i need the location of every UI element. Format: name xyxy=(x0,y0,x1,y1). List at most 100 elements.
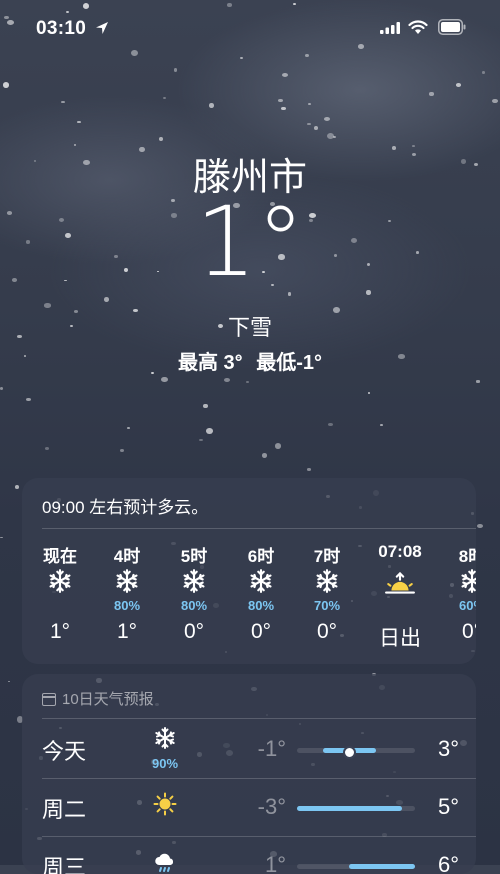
snowflake-particle xyxy=(476,523,483,528)
snowflake-particle xyxy=(367,392,371,395)
snowflake-particle xyxy=(281,73,289,78)
snowflake-icon: 90% xyxy=(140,726,190,771)
snowflake-particle xyxy=(61,101,65,104)
snowflake-particle xyxy=(455,83,462,87)
hourly-temp: 0° xyxy=(183,620,205,643)
forecast-summary: 09:00 左右预计多云。 xyxy=(42,498,209,517)
snowflake-particle xyxy=(323,116,330,121)
hourly-time: 07:08 xyxy=(378,542,422,561)
snowflake-particle xyxy=(7,680,11,683)
snowflake-particle xyxy=(307,122,311,125)
snowflake-particle xyxy=(482,71,486,74)
snowflake-particle xyxy=(307,103,311,106)
snowflake-particle xyxy=(429,92,434,96)
snowflake-icon xyxy=(99,568,155,598)
cellular-signal-icon xyxy=(380,22,400,34)
current-temperature: 1° xyxy=(195,186,305,298)
snowflake-particle xyxy=(327,422,333,426)
snowflake-particle xyxy=(246,381,249,383)
snowflake-particle xyxy=(326,132,334,139)
hourly-time: 4时 xyxy=(113,547,141,566)
temp-range-bar xyxy=(297,806,415,811)
hourly-precip: 80% xyxy=(180,598,208,613)
hourly-temp: 日出 xyxy=(379,627,421,650)
location-arrow-icon xyxy=(96,22,108,34)
hourly-temp: 1° xyxy=(116,620,138,643)
daily-row[interactable]: 周二 -3° 5° xyxy=(22,778,476,836)
snowflake-particle xyxy=(203,404,208,409)
daily-day: 周二 xyxy=(42,797,87,822)
hourly-temp: 0° xyxy=(250,620,272,643)
snowflake-particle xyxy=(206,427,213,434)
daily-low: -1° xyxy=(257,736,286,761)
daily-row[interactable]: 周三 1° 6° xyxy=(22,836,476,874)
hourly-time: 现在 xyxy=(43,547,77,566)
daily-day: 周三 xyxy=(42,855,87,874)
hourly-item: 5时 80% 0° xyxy=(166,542,222,644)
snowflake-particle xyxy=(163,96,166,99)
hourly-item: 8时 60% 0° xyxy=(444,542,476,644)
daily-high: 5° xyxy=(437,794,459,819)
snowflake-particle xyxy=(239,57,243,60)
snowflake-icon xyxy=(166,568,222,598)
snowflake-particle xyxy=(161,376,168,383)
hourly-forecast-card[interactable]: 09:00 左右预计多云。 现在 1° 4时 80% 1° 5时 80% 0° 6时 80% 0° 7… xyxy=(22,478,476,664)
snowflake-particle xyxy=(44,446,49,450)
status-time: 03:10 xyxy=(36,18,87,39)
snowflake-particle xyxy=(261,453,268,459)
snowflake-icon xyxy=(444,568,476,598)
daily-row[interactable]: 今天 90% -1° 3° xyxy=(22,720,476,778)
daily-high: 6° xyxy=(437,852,459,874)
hourly-precip xyxy=(32,598,88,614)
snowflake-particle xyxy=(223,377,230,383)
snowflake-particle xyxy=(159,137,163,141)
snowflake-particle xyxy=(199,438,203,441)
snowflake-particle xyxy=(2,82,10,89)
hourly-precip: 70% xyxy=(313,598,341,613)
high-temp: 最高 3° xyxy=(177,352,243,374)
hourly-item: 07:08 日出 xyxy=(372,542,428,652)
temp-range-bar xyxy=(297,746,415,759)
daily-forecast-card[interactable]: 10日天气预报 今天 90% -1° 3° 周二 -3° 5° 周三 1° 6° xyxy=(22,674,476,874)
hourly-item: 现在 1° xyxy=(32,542,88,644)
hourly-item: 6时 80% 0° xyxy=(233,542,289,644)
high-low: 最高 3° 最低-1° xyxy=(0,346,500,375)
snowflake-particle xyxy=(26,397,31,402)
snowflake-particle xyxy=(491,98,498,104)
hourly-time: 5时 xyxy=(180,547,208,566)
snowflake-particle xyxy=(0,387,4,391)
snowflake-icon xyxy=(233,568,289,598)
hourly-temp: 0° xyxy=(316,620,338,643)
snowflake-particle xyxy=(209,103,214,108)
hourly-time: 7时 xyxy=(313,547,341,566)
snowflake-particle xyxy=(274,443,282,450)
daily-precip: 90% xyxy=(151,756,179,771)
daily-low: 1° xyxy=(264,852,286,874)
daily-header: 10日天气预报 xyxy=(42,688,154,709)
hourly-precip: 60% xyxy=(458,598,476,613)
temp-range-fill xyxy=(297,806,402,811)
snowflake-particle xyxy=(476,380,480,383)
snowflake-particle xyxy=(307,468,311,471)
snowflake-particle xyxy=(173,68,178,73)
divider xyxy=(42,528,476,529)
low-temp: 最低-1° xyxy=(256,352,323,374)
snowflake-icon xyxy=(32,568,88,598)
daily-day: 今天 xyxy=(42,739,87,764)
snowflake-particle xyxy=(120,448,124,452)
hourly-item: 7时 70% 0° xyxy=(299,542,355,644)
wifi-icon xyxy=(408,20,428,34)
snowflake-icon xyxy=(299,568,355,598)
daily-low: -3° xyxy=(257,794,286,819)
status-bar: 03:10 xyxy=(0,0,500,56)
cloud-rain-icon xyxy=(140,850,190,874)
snowflake-particle xyxy=(77,120,81,124)
snowflake-particle xyxy=(380,424,383,426)
hourly-precip xyxy=(372,600,428,616)
calendar-icon xyxy=(42,693,56,706)
snowflake-particle xyxy=(0,536,4,539)
hourly-precip: 80% xyxy=(247,598,275,613)
snowflake-particle xyxy=(14,484,20,489)
hourly-precip: 80% xyxy=(113,598,141,613)
snowflake-particle xyxy=(333,135,337,139)
